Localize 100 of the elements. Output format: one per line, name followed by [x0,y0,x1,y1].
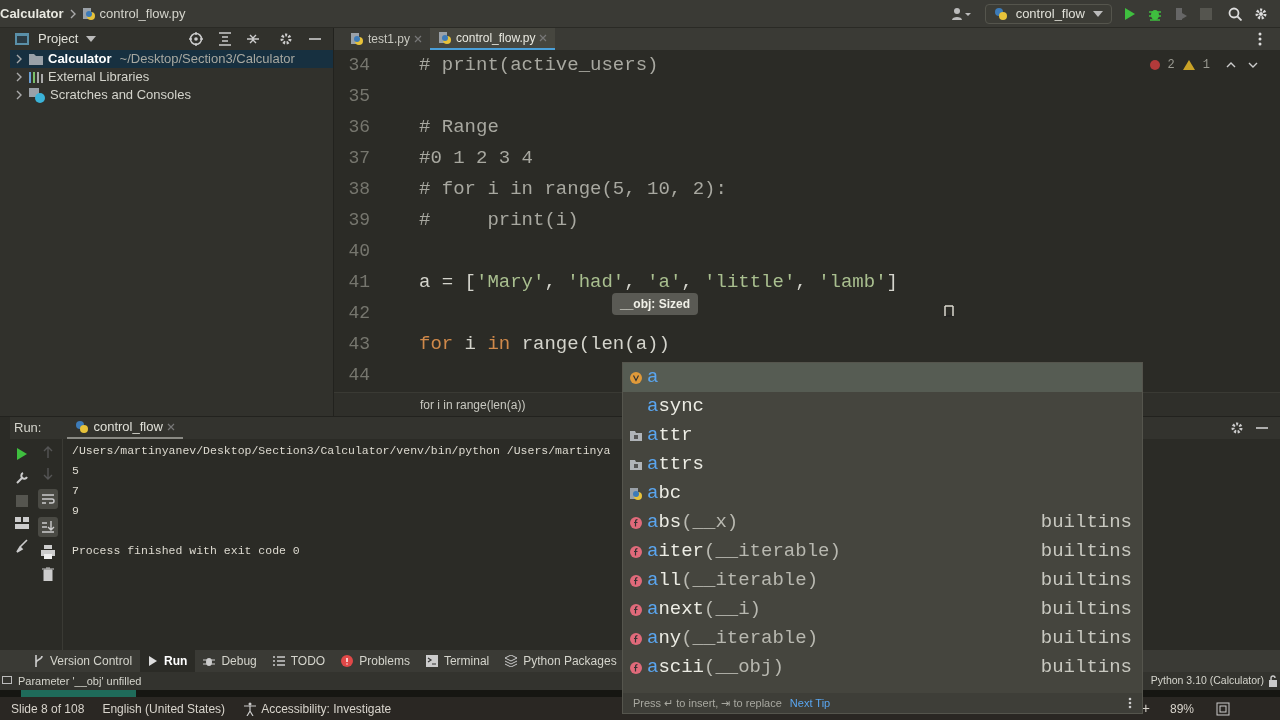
tool-window-tab[interactable]: TODO [264,650,334,672]
tool-window-tab[interactable]: Problems [333,650,418,672]
error-count[interactable]: 2 [1167,56,1175,74]
tree-item[interactable]: Calculator ~/Desktop/Section3/Calculator [10,50,333,68]
completion-item[interactable]: anext(__i) builtins [623,595,1142,624]
line-number: 34 [347,54,370,77]
function-icon [629,602,643,617]
completion-item[interactable]: async [623,392,1142,421]
run-label: Run: [14,419,42,438]
line-number: 35 [347,85,370,108]
variable-icon [629,370,643,385]
python-module-icon [629,486,643,501]
line-number: 36 [347,116,370,139]
accessibility-status[interactable]: Accessibility: Investigate [261,699,392,718]
play-icon [148,655,159,667]
code-line: # Range [419,115,499,141]
code-line: # for i in range(5, 10, 2): [419,177,727,203]
completion-item[interactable]: attrs [623,450,1142,479]
console-output-line: 5 [72,463,80,479]
settings-icon[interactable] [1230,421,1244,435]
tool-window-tab[interactable]: Python Packages [497,650,625,672]
tool-window-tab[interactable]: Terminal [417,650,498,672]
settings-icon[interactable] [279,32,293,46]
interpreter-selector[interactable]: Python 3.10 (Calculator) [1150,673,1264,689]
caret-icon[interactable] [86,36,97,42]
tool-window-tab[interactable]: Debug [195,650,265,672]
run-configuration-dropdown[interactable]: control_flow [984,3,1112,24]
caret-icon [1093,10,1103,17]
source-label: builtins [1040,655,1132,681]
completion-item[interactable]: any(__iterable) builtins [623,624,1142,653]
function-icon [629,660,643,675]
layout-icon[interactable] [15,517,29,529]
language-label[interactable]: English (United States) [102,699,226,718]
hint-text: Press ↵ to insert, ⇥ to replace [633,695,782,711]
warning-icon[interactable] [1182,60,1195,70]
scratch-icon [28,87,46,103]
completion-item[interactable]: attr [623,421,1142,450]
layers-icon [505,655,518,667]
layout-icon[interactable] [2,676,12,686]
tool-window-tab[interactable]: Run [140,650,196,672]
locate-icon[interactable] [189,32,203,46]
scroll-to-end-icon[interactable] [38,517,58,537]
users-icon[interactable] [950,6,973,21]
search-icon[interactable] [1228,6,1242,21]
completion-item[interactable]: aiter(__iterable) builtins [623,537,1142,566]
code-line: #0 1 2 3 4 [419,146,534,172]
trash-icon[interactable] [42,567,54,581]
wrench-icon[interactable] [15,471,29,485]
text-cursor-icon [944,305,954,317]
python-file-icon [350,32,364,46]
line-number: 37 [347,147,370,170]
settings-icon[interactable] [1254,6,1268,21]
completion-item[interactable]: abc [623,479,1142,508]
configuration-tab[interactable]: control_flow [67,417,183,439]
breadcrumb-item[interactable]: control_flow.py [99,3,186,24]
editor-tab[interactable]: test1.py [342,28,431,50]
more-icon[interactable] [1258,32,1262,46]
completion-item[interactable]: all(__iterable) builtins [623,566,1142,595]
breadcrumb-item[interactable]: Calculator [0,3,64,24]
fit-to-window-icon[interactable] [1216,701,1230,716]
soft-wrap-icon[interactable] [38,489,58,509]
line-number: 40 [347,240,370,263]
lock-icon[interactable] [1268,675,1278,687]
project-view-dropdown[interactable]: Project [38,29,79,49]
python-file-icon [81,6,96,21]
slide-counter: Slide 8 of 108 [11,700,85,718]
function-icon [629,573,643,588]
close-icon [166,423,175,431]
console-output-line: 9 [72,503,80,519]
completion-item[interactable]: ascii(__obj) builtins [623,653,1142,682]
expand-all-icon[interactable] [219,32,231,46]
tree-item[interactable]: External Libraries [10,68,333,86]
console-output-line: /Users/martinyanev/Desktop/Section3/Calculator/venv/bin/python /Users/martinya [72,443,611,459]
tree-item[interactable]: Scratches and Consoles [10,86,333,104]
project-icon[interactable] [14,32,30,46]
function-icon [629,544,643,559]
run-icon[interactable] [16,447,28,461]
pin-icon[interactable] [16,539,28,553]
breadcrumb-item[interactable]: for i in range(len(a)) [420,395,526,414]
tool-window-tab[interactable]: Version Control [26,650,141,672]
source-label: builtins [1040,539,1132,565]
code-line: # print(active_users) [419,53,659,79]
code-line: # print(i) [419,208,579,234]
parameter-info-tooltip: __obj: Sized [612,293,698,315]
path-label: ~/Desktop/Section3/Calculator [119,50,295,69]
list-icon [272,656,285,666]
completion-item[interactable]: abs(__x) builtins [623,508,1142,537]
line-number: 39 [347,209,370,232]
warning-count[interactable]: 1 [1202,56,1210,74]
print-icon[interactable] [41,545,55,559]
collapse-all-icon[interactable] [247,32,259,46]
function-icon [629,515,643,530]
error-icon[interactable] [1149,60,1160,70]
next-tip-link[interactable]: Next Tip [789,694,831,712]
line-number: 44 [347,364,370,387]
accessibility-icon[interactable] [243,701,258,716]
run-icon[interactable] [1124,6,1136,21]
more-icon[interactable] [1128,697,1132,709]
editor-tab[interactable]: control_flow.py [430,28,556,50]
line-number: 43 [347,333,370,356]
